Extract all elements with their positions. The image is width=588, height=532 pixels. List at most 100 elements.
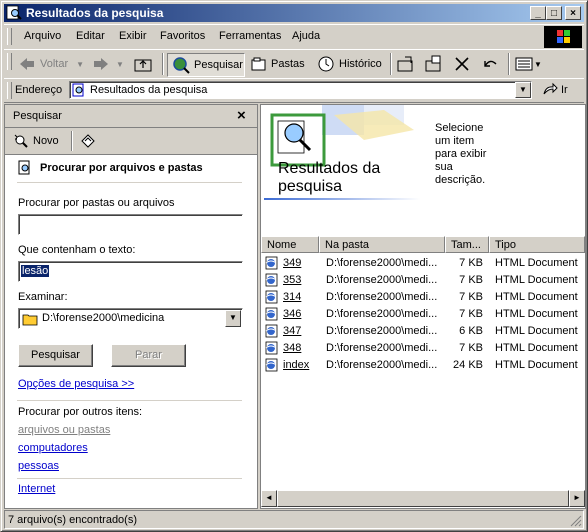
folders-label: Pastas bbox=[271, 58, 305, 70]
delete-button[interactable] bbox=[452, 53, 476, 75]
search-label: Pesquisar bbox=[194, 59, 243, 71]
minimize-button[interactable]: _ bbox=[530, 6, 546, 20]
back-dropdown-icon[interactable]: ▼ bbox=[76, 60, 84, 69]
search-pane: Pesquisar × Novo Procurar por arquivos e… bbox=[4, 104, 258, 509]
address-input[interactable]: Resultados da pesquisa ▼ bbox=[69, 81, 532, 99]
find-files-icon bbox=[18, 160, 30, 175]
stop-button[interactable]: Parar bbox=[111, 344, 186, 367]
forward-dropdown-icon[interactable]: ▼ bbox=[116, 60, 124, 69]
toolbar-separator bbox=[162, 53, 164, 75]
table-row[interactable]: 346 D:\forense2000\medi... 7 KB HTML Docume… bbox=[261, 306, 585, 323]
files-folders-link[interactable]: arquivos ou pastas bbox=[18, 424, 110, 436]
html-document-icon bbox=[265, 341, 278, 355]
menu-grip[interactable] bbox=[7, 28, 12, 45]
file-name[interactable]: 349 bbox=[283, 257, 301, 269]
address-grip[interactable] bbox=[7, 82, 12, 99]
history-button[interactable]: Histórico bbox=[316, 53, 386, 75]
html-document-icon bbox=[265, 290, 278, 304]
scroll-right-button[interactable]: ► bbox=[569, 490, 585, 507]
file-folder: D:\forense2000\medi... bbox=[326, 342, 438, 354]
people-link[interactable]: pessoas bbox=[18, 460, 59, 472]
menu-exibir[interactable]: Exibir bbox=[119, 30, 147, 42]
computers-link[interactable]: computadores bbox=[18, 442, 88, 454]
up-folder-button[interactable] bbox=[133, 53, 157, 75]
select-item-hint: Selecione um item para exibir sua descri… bbox=[435, 122, 487, 186]
column-header-name[interactable]: Nome bbox=[261, 236, 319, 253]
file-type: HTML Document bbox=[495, 291, 578, 303]
containing-text-input[interactable]: lesão bbox=[18, 261, 243, 282]
file-type: HTML Document bbox=[495, 274, 578, 286]
windows-flag-icon bbox=[557, 30, 570, 43]
address-dropdown-button[interactable]: ▼ bbox=[515, 82, 531, 98]
file-folder: D:\forense2000\medi... bbox=[326, 325, 438, 337]
column-header-folder[interactable]: Na pasta bbox=[319, 236, 445, 253]
file-size: 7 KB bbox=[459, 257, 483, 269]
windows-logo bbox=[544, 26, 582, 48]
file-type: HTML Document bbox=[495, 325, 578, 337]
internet-link[interactable]: Internet bbox=[18, 483, 55, 495]
table-row[interactable]: 347 D:\forense2000\medi... 6 KB HTML Docume… bbox=[261, 323, 585, 340]
menu-editar[interactable]: Editar bbox=[76, 30, 105, 42]
look-in-select[interactable]: D:\forense2000\medicina ▼ bbox=[18, 308, 243, 329]
table-row[interactable]: 314 D:\forense2000\medi... 7 KB HTML Docume… bbox=[261, 289, 585, 306]
file-name[interactable]: 347 bbox=[283, 325, 301, 337]
column-header-size[interactable]: Tam... bbox=[445, 236, 489, 253]
search-options-link[interactable]: Opções de pesquisa >> bbox=[18, 378, 134, 390]
banner-rule bbox=[264, 198, 420, 200]
menu-ferramentas[interactable]: Ferramentas bbox=[219, 30, 281, 42]
divider bbox=[17, 182, 242, 183]
file-name-input[interactable] bbox=[18, 214, 243, 235]
horizontal-scrollbar[interactable]: ◄ ► bbox=[261, 490, 585, 507]
search-globe-icon bbox=[173, 57, 190, 74]
resize-grip-icon[interactable] bbox=[570, 515, 582, 527]
file-name[interactable]: 348 bbox=[283, 342, 301, 354]
file-name[interactable]: 346 bbox=[283, 308, 301, 320]
views-dropdown-icon[interactable]: ▼ bbox=[534, 60, 542, 69]
file-name[interactable]: 314 bbox=[283, 291, 301, 303]
search-now-button[interactable]: Pesquisar bbox=[18, 344, 93, 367]
move-to-button[interactable] bbox=[396, 53, 420, 75]
table-row[interactable]: 353 D:\forense2000\medi... 7 KB HTML Docume… bbox=[261, 272, 585, 289]
copy-to-button[interactable] bbox=[424, 53, 448, 75]
html-document-icon bbox=[265, 273, 278, 287]
files-label: Procurar por pastas ou arquivos bbox=[18, 197, 175, 209]
table-row[interactable]: 348 D:\forense2000\medi... 7 KB HTML Docume… bbox=[261, 340, 585, 357]
file-size: 7 KB bbox=[459, 274, 483, 286]
standard-toolbar: Voltar ▼ ▼ Pesquisar Pastas Histórico ▼ bbox=[4, 49, 584, 79]
delete-x-icon bbox=[455, 57, 469, 71]
back-label: Voltar bbox=[40, 58, 69, 70]
address-label: Endereço bbox=[15, 84, 63, 96]
look-in-dropdown-button[interactable]: ▼ bbox=[225, 310, 241, 327]
search-pane-header: Pesquisar × bbox=[5, 105, 257, 128]
scroll-left-button[interactable]: ◄ bbox=[261, 490, 277, 507]
undo-button[interactable] bbox=[480, 53, 504, 75]
back-button[interactable]: Voltar ▼ bbox=[18, 53, 88, 75]
title-bar[interactable]: Resultados da pesquisa _ □ × bbox=[4, 4, 584, 22]
close-button[interactable]: × bbox=[565, 6, 581, 20]
column-header-type[interactable]: Tipo bbox=[489, 236, 585, 253]
new-search-button[interactable]: Novo bbox=[13, 133, 59, 149]
menu-arquivo[interactable]: Arquivo bbox=[24, 30, 61, 42]
menu-ajuda[interactable]: Ajuda bbox=[292, 30, 320, 42]
views-button[interactable]: ▼ bbox=[514, 53, 546, 75]
table-row[interactable]: index D:\forense2000\medi... 24 KB HTML Doc… bbox=[261, 357, 585, 374]
toolbar-separator bbox=[508, 53, 510, 75]
explorer-window: Resultados da pesquisa _ □ × Arquivo Edi… bbox=[0, 0, 588, 532]
file-size: 7 KB bbox=[459, 291, 483, 303]
file-name[interactable]: 353 bbox=[283, 274, 301, 286]
new-search-label: Novo bbox=[33, 135, 59, 147]
containing-text-value: lesão bbox=[21, 265, 50, 277]
file-name[interactable]: index bbox=[283, 359, 309, 371]
forward-button[interactable]: ▼ bbox=[92, 53, 130, 75]
menu-favoritos[interactable]: Favoritos bbox=[160, 30, 205, 42]
maximize-button[interactable]: □ bbox=[546, 6, 562, 20]
toolbar-grip[interactable] bbox=[7, 53, 12, 70]
folders-button[interactable]: Pastas bbox=[250, 53, 310, 75]
search-button[interactable]: Pesquisar bbox=[167, 53, 245, 77]
go-button[interactable]: Ir bbox=[542, 82, 568, 98]
scroll-thumb[interactable] bbox=[277, 490, 569, 507]
close-pane-icon[interactable]: × bbox=[237, 107, 246, 124]
other-items-label: Procurar por outros itens: bbox=[18, 406, 143, 418]
search-assistant-button[interactable] bbox=[79, 132, 97, 153]
table-row[interactable]: 349 D:\forense2000\medi... 7 KB HTML Docume… bbox=[261, 255, 585, 272]
